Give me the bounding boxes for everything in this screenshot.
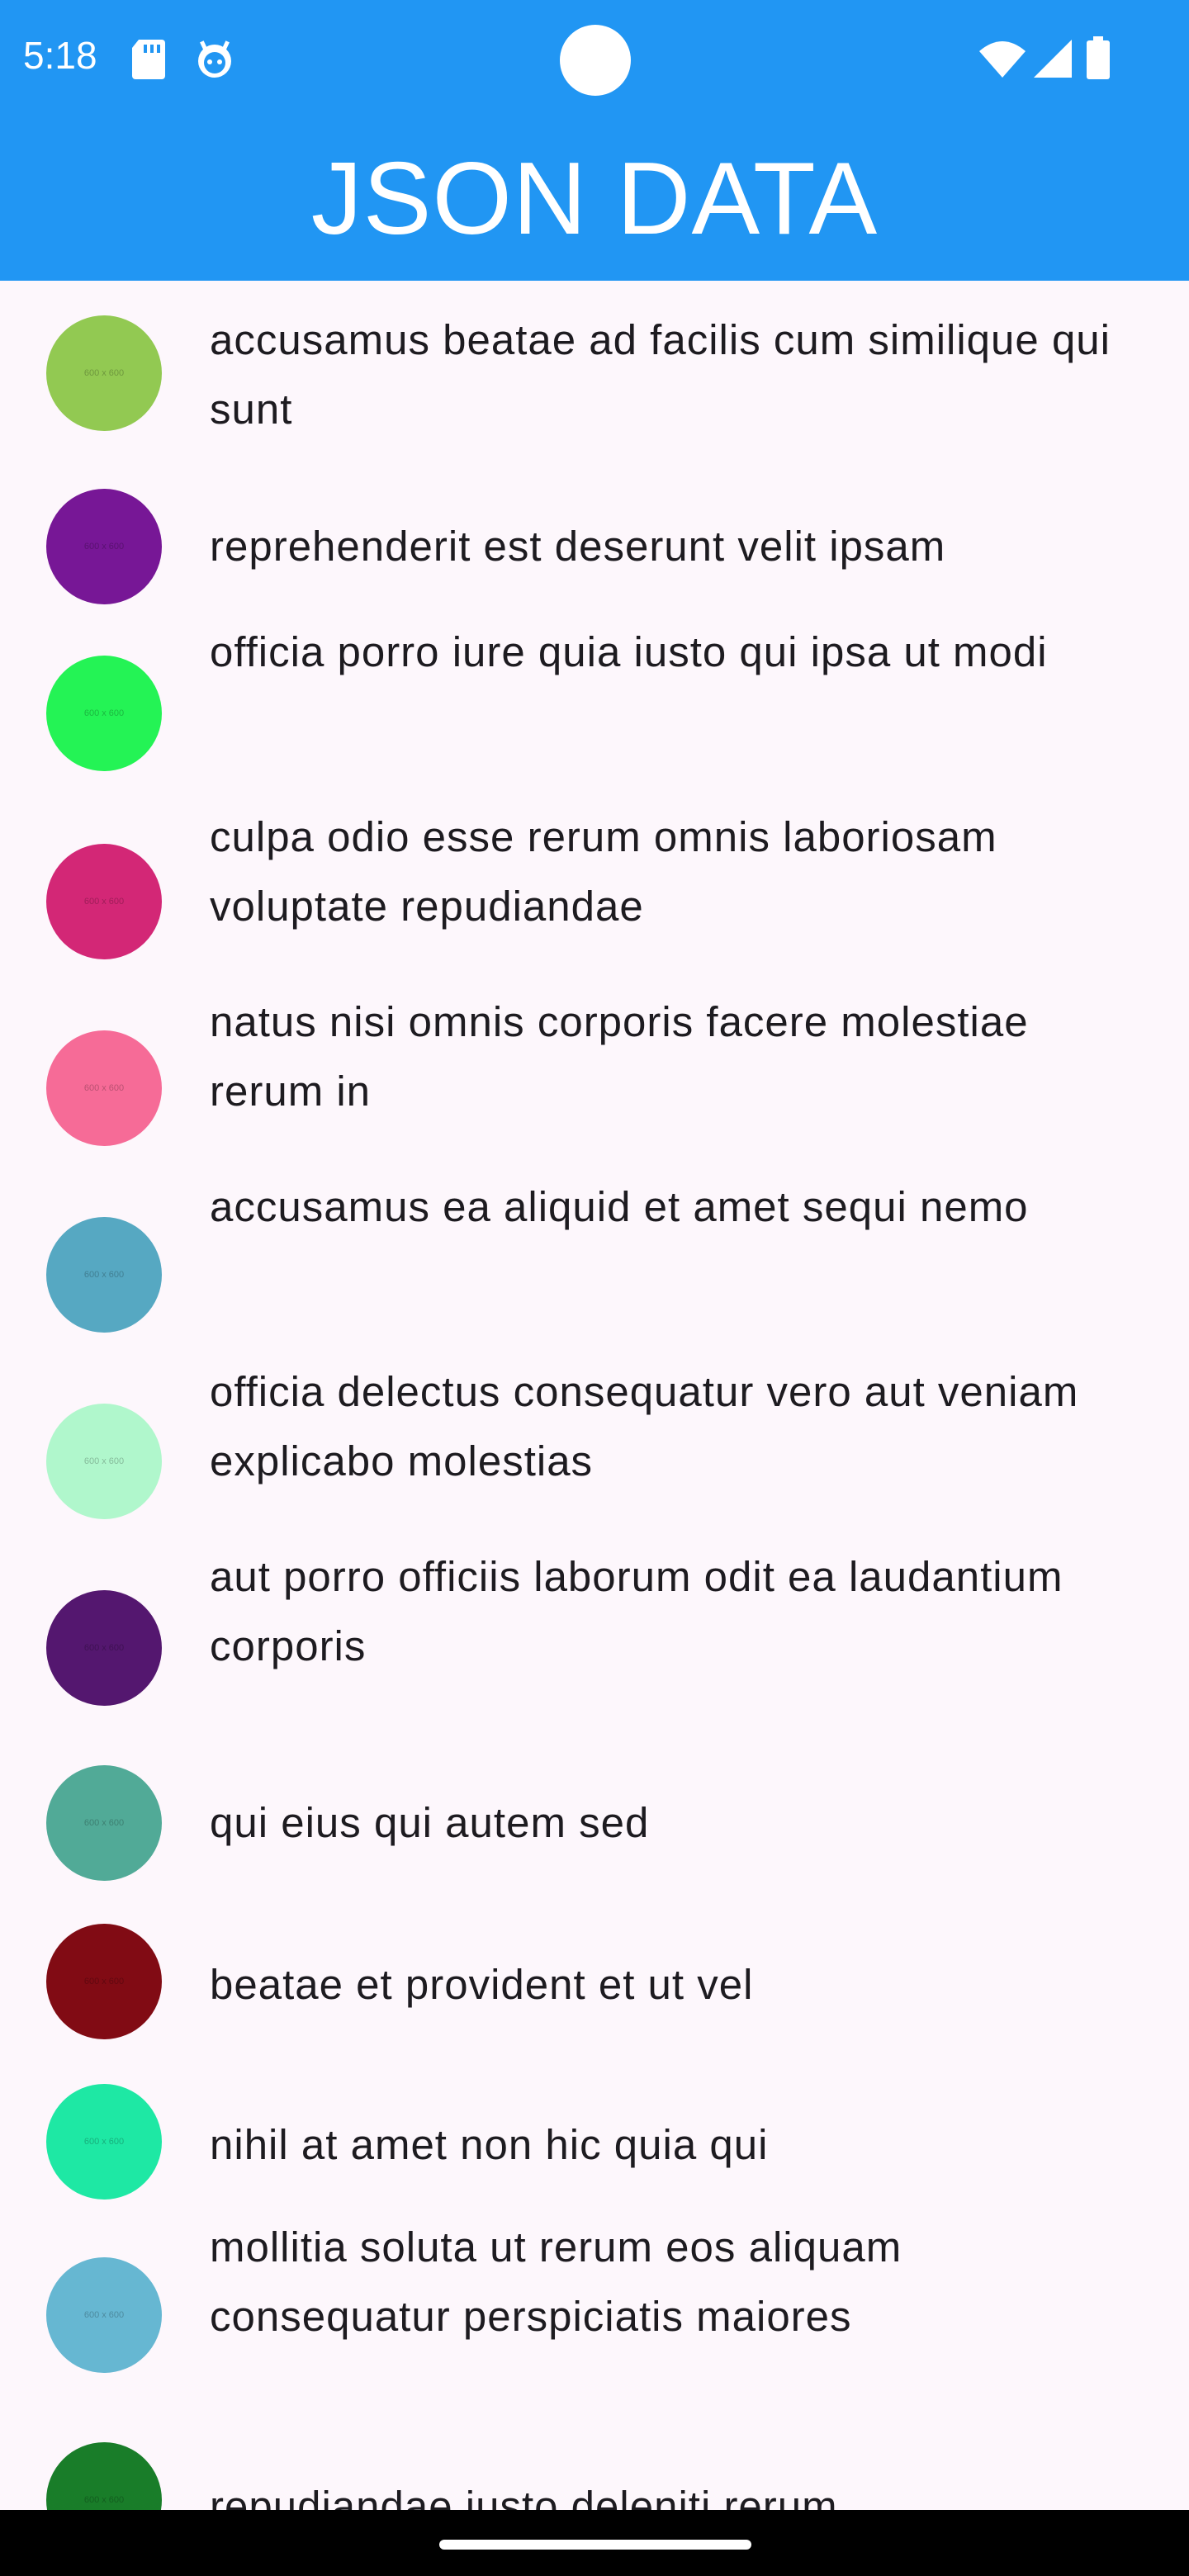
item-title: accusamus ea aliquid et amet sequi nemo	[210, 1183, 1029, 1230]
camera-cutout	[560, 25, 631, 96]
avatar-label: 600 x 600	[83, 368, 125, 378]
avatar-label: 600 x 600	[83, 2137, 125, 2147]
app-bar: JSON DATA	[0, 116, 1189, 281]
avatar-label: 600 x 600	[83, 1818, 125, 1828]
avatar: 600 x 600	[46, 844, 162, 959]
photo-list[interactable]: 600 x 600 accusamus beatae ad facilis cu…	[0, 281, 1189, 2510]
list-item[interactable]: 600 x 600 aut porro officiis laborum odi…	[0, 1542, 1189, 1727]
wifi-icon	[979, 41, 1026, 78]
avatar: 600 x 600	[46, 2084, 162, 2200]
item-title: repudiandae iusto deleniti rerum	[210, 2483, 838, 2510]
android-icon	[198, 40, 231, 78]
avatar-label: 600 x 600	[83, 1643, 125, 1653]
avatar-label: 600 x 600	[83, 1456, 125, 1466]
item-title: beatae et provident et ut vel	[210, 1961, 754, 2008]
avatar-label: 600 x 600	[83, 1977, 125, 1986]
status-bar: 5:18	[0, 0, 1189, 116]
list-item[interactable]: 600 x 600 repudiandae iusto deleniti rer…	[0, 2398, 1189, 2510]
list-item[interactable]: 600 x 600 nihil at amet non hic quia qui	[0, 2051, 1189, 2213]
item-title: accusamus beatae ad facilis cum similiqu…	[210, 316, 1111, 433]
avatar: 600 x 600	[46, 2442, 162, 2510]
avatar: 600 x 600	[46, 315, 162, 431]
avatar-label: 600 x 600	[83, 708, 125, 718]
status-time: 5:18	[23, 34, 97, 77]
avatar: 600 x 600	[46, 489, 162, 604]
list-item[interactable]: 600 x 600 natus nisi omnis corporis face…	[0, 987, 1189, 1172]
navigation-bar	[0, 2510, 1189, 2576]
list-item[interactable]: 600 x 600 culpa odio esse rerum omnis la…	[0, 803, 1189, 987]
app-title: JSON DATA	[310, 142, 879, 256]
avatar-label: 600 x 600	[83, 542, 125, 552]
item-title: qui eius qui autem sed	[210, 1799, 650, 1846]
list-item[interactable]: 600 x 600 officia porro iure quia iusto …	[0, 618, 1189, 803]
avatar-label: 600 x 600	[83, 2495, 125, 2505]
item-title: aut porro officiis laborum odit ea lauda…	[210, 1553, 1063, 1669]
item-title: officia delectus consequatur vero aut ve…	[210, 1368, 1079, 1485]
avatar: 600 x 600	[46, 1924, 162, 2039]
avatar: 600 x 600	[46, 2257, 162, 2373]
item-title: mollitia soluta ut rerum eos aliquam con…	[210, 2223, 902, 2340]
avatar-label: 600 x 600	[83, 1270, 125, 1280]
avatar: 600 x 600	[46, 1217, 162, 1333]
list-item[interactable]: 600 x 600 accusamus ea aliquid et amet s…	[0, 1172, 1189, 1357]
list-item[interactable]: 600 x 600 reprehenderit est deserunt vel…	[0, 449, 1189, 618]
home-handle[interactable]	[439, 2540, 751, 2550]
avatar-label: 600 x 600	[83, 897, 125, 907]
avatar: 600 x 600	[46, 1030, 162, 1146]
list-item[interactable]: 600 x 600 accusamus beatae ad facilis cu…	[0, 281, 1189, 449]
item-title: officia porro iure quia iusto qui ipsa u…	[210, 628, 1048, 675]
item-title: natus nisi omnis corporis facere molesti…	[210, 998, 1029, 1115]
list-item[interactable]: 600 x 600 beatae et provident et ut vel	[0, 1889, 1189, 2051]
avatar: 600 x 600	[46, 1765, 162, 1881]
avatar: 600 x 600	[46, 1590, 162, 1706]
signal-icon	[1034, 40, 1072, 78]
list-item[interactable]: 600 x 600 mollitia soluta ut rerum eos a…	[0, 2213, 1189, 2398]
sd-card-icon	[132, 40, 165, 79]
avatar: 600 x 600	[46, 656, 162, 771]
item-title: reprehenderit est deserunt velit ipsam	[210, 523, 946, 570]
battery-icon	[1087, 36, 1110, 79]
avatar: 600 x 600	[46, 1404, 162, 1519]
item-title: nihil at amet non hic quia qui	[210, 2121, 769, 2168]
avatar-label: 600 x 600	[83, 1083, 125, 1093]
avatar-label: 600 x 600	[83, 2310, 125, 2320]
item-title: culpa odio esse rerum omnis laboriosam v…	[210, 813, 997, 930]
list-item[interactable]: 600 x 600 officia delectus consequatur v…	[0, 1357, 1189, 1542]
list-item[interactable]: 600 x 600 qui eius qui autem sed	[0, 1727, 1189, 1889]
